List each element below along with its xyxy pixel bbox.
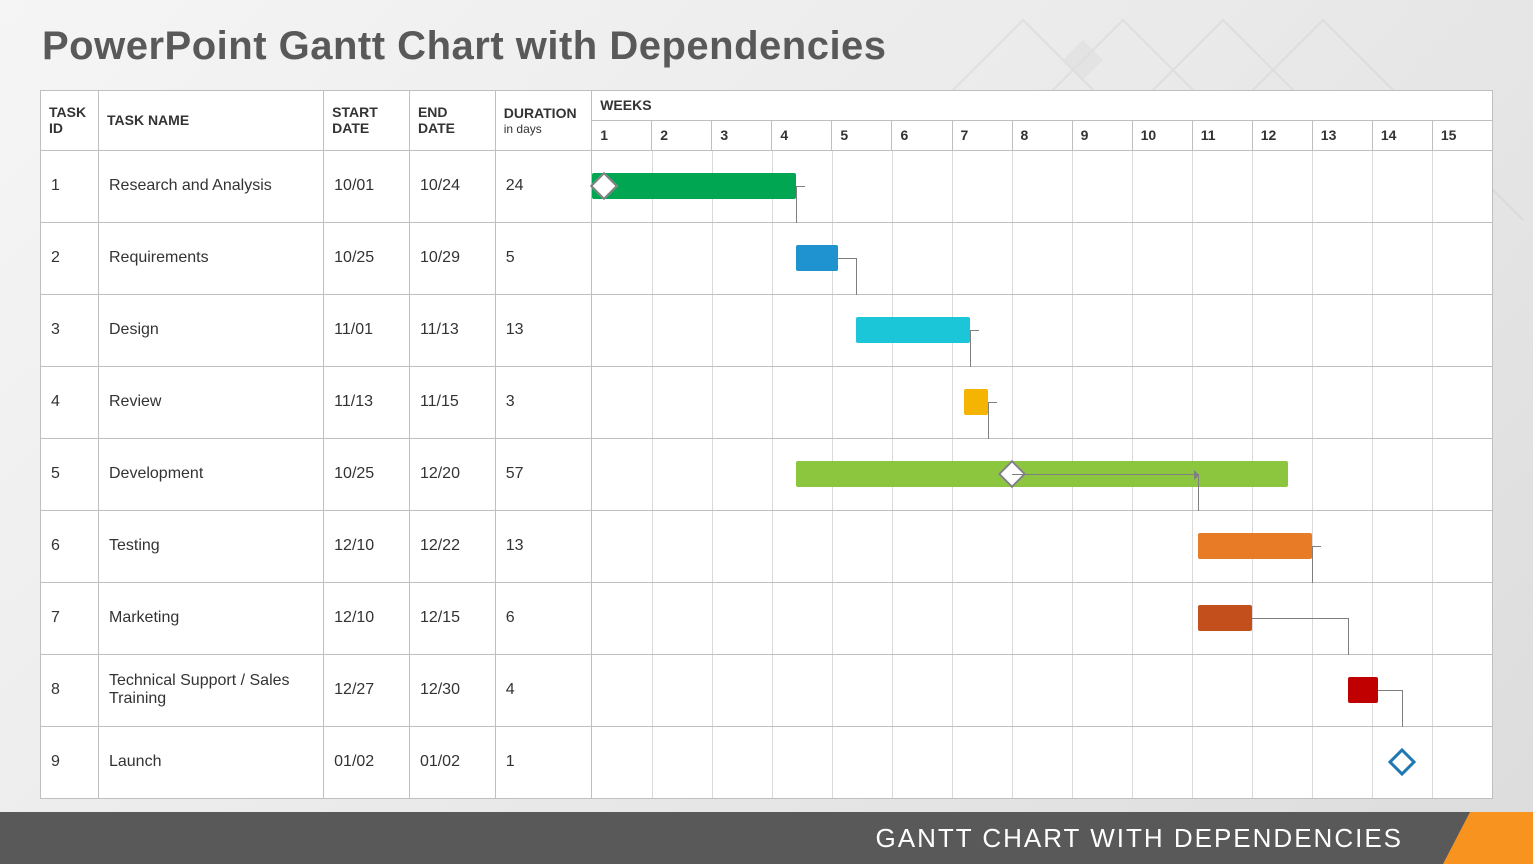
timeline-cell (592, 366, 1493, 438)
cell-start: 11/13 (324, 366, 410, 438)
col-week-12: 12 (1252, 120, 1312, 150)
cell-end: 01/02 (409, 726, 495, 798)
timeline-cell (592, 438, 1493, 510)
gantt-bar (1198, 533, 1312, 559)
col-week-5: 5 (832, 120, 892, 150)
col-week-11: 11 (1192, 120, 1252, 150)
gantt-bar (592, 173, 796, 199)
cell-name: Technical Support / Sales Training (98, 654, 323, 726)
col-week-9: 9 (1072, 120, 1132, 150)
cell-duration: 24 (495, 150, 592, 222)
table-row: 9Launch01/0201/021 (41, 726, 1493, 798)
cell-id: 2 (41, 222, 99, 294)
col-week-8: 8 (1012, 120, 1072, 150)
cell-name: Marketing (98, 582, 323, 654)
timeline-cell (592, 726, 1493, 798)
cell-start: 10/25 (324, 222, 410, 294)
cell-duration: 13 (495, 294, 592, 366)
cell-end: 10/24 (409, 150, 495, 222)
col-week-14: 14 (1372, 120, 1432, 150)
cell-id: 4 (41, 366, 99, 438)
col-week-7: 7 (952, 120, 1012, 150)
cell-duration: 5 (495, 222, 592, 294)
cell-duration: 3 (495, 366, 592, 438)
cell-end: 12/20 (409, 438, 495, 510)
page-title: PowerPoint Gantt Chart with Dependencies (42, 24, 887, 69)
table-row: 1Research and Analysis10/0110/2424 (41, 150, 1493, 222)
cell-start: 12/27 (324, 654, 410, 726)
cell-id: 3 (41, 294, 99, 366)
cell-name: Research and Analysis (98, 150, 323, 222)
cell-name: Testing (98, 510, 323, 582)
cell-start: 10/01 (324, 150, 410, 222)
table-row: 4Review11/1311/153 (41, 366, 1493, 438)
timeline-cell (592, 582, 1493, 654)
col-week-15: 15 (1432, 120, 1492, 150)
timeline-cell (592, 294, 1493, 366)
table-row: 7Marketing12/1012/156 (41, 582, 1493, 654)
cell-name: Launch (98, 726, 323, 798)
cell-start: 12/10 (324, 510, 410, 582)
table-row: 3Design11/0111/1313 (41, 294, 1493, 366)
table-row: 6Testing12/1012/2213 (41, 510, 1493, 582)
col-task-name: TASK NAME (98, 91, 323, 151)
cell-name: Design (98, 294, 323, 366)
cell-start: 01/02 (324, 726, 410, 798)
cell-duration: 1 (495, 726, 592, 798)
col-week-4: 4 (772, 120, 832, 150)
col-start-date: START DATE (324, 91, 410, 151)
col-week-2: 2 (652, 120, 712, 150)
milestone-diamond (1388, 748, 1416, 776)
gantt-table: TASK ID TASK NAME START DATE END DATE DU… (40, 90, 1493, 799)
footer-title: GANTT CHART WITH DEPENDENCIES (876, 823, 1404, 854)
cell-id: 7 (41, 582, 99, 654)
cell-id: 1 (41, 150, 99, 222)
timeline-cell (592, 510, 1493, 582)
table-row: 2Requirements10/2510/295 (41, 222, 1493, 294)
cell-end: 11/13 (409, 294, 495, 366)
timeline-cell (592, 222, 1493, 294)
table-row: 5Development10/2512/2057 (41, 438, 1493, 510)
table-row: 8Technical Support / Sales Training12/27… (41, 654, 1493, 726)
gantt-bar (1198, 605, 1252, 631)
col-end-date: END DATE (409, 91, 495, 151)
col-week-13: 13 (1312, 120, 1372, 150)
cell-end: 10/29 (409, 222, 495, 294)
cell-id: 5 (41, 438, 99, 510)
col-week-6: 6 (892, 120, 952, 150)
gantt-bar (964, 389, 988, 415)
cell-name: Review (98, 366, 323, 438)
gantt-bar (1348, 677, 1378, 703)
cell-end: 12/15 (409, 582, 495, 654)
cell-start: 11/01 (324, 294, 410, 366)
col-weeks: WEEKS (592, 91, 1493, 121)
cell-name: Requirements (98, 222, 323, 294)
col-task-id: TASK ID (41, 91, 99, 151)
cell-end: 12/22 (409, 510, 495, 582)
cell-id: 8 (41, 654, 99, 726)
cell-duration: 6 (495, 582, 592, 654)
cell-name: Development (98, 438, 323, 510)
cell-id: 6 (41, 510, 99, 582)
timeline-cell (592, 150, 1493, 222)
cell-duration: 57 (495, 438, 592, 510)
col-week-3: 3 (712, 120, 772, 150)
gantt-chart: TASK ID TASK NAME START DATE END DATE DU… (40, 90, 1493, 799)
cell-end: 12/30 (409, 654, 495, 726)
cell-id: 9 (41, 726, 99, 798)
col-week-10: 10 (1132, 120, 1192, 150)
cell-duration: 4 (495, 654, 592, 726)
gantt-bar (796, 245, 838, 271)
cell-start: 12/10 (324, 582, 410, 654)
timeline-cell (592, 654, 1493, 726)
cell-end: 11/15 (409, 366, 495, 438)
cell-start: 10/25 (324, 438, 410, 510)
col-week-1: 1 (592, 120, 652, 150)
cell-duration: 13 (495, 510, 592, 582)
gantt-bar (856, 317, 970, 343)
col-duration: DURATION in days (495, 91, 592, 151)
